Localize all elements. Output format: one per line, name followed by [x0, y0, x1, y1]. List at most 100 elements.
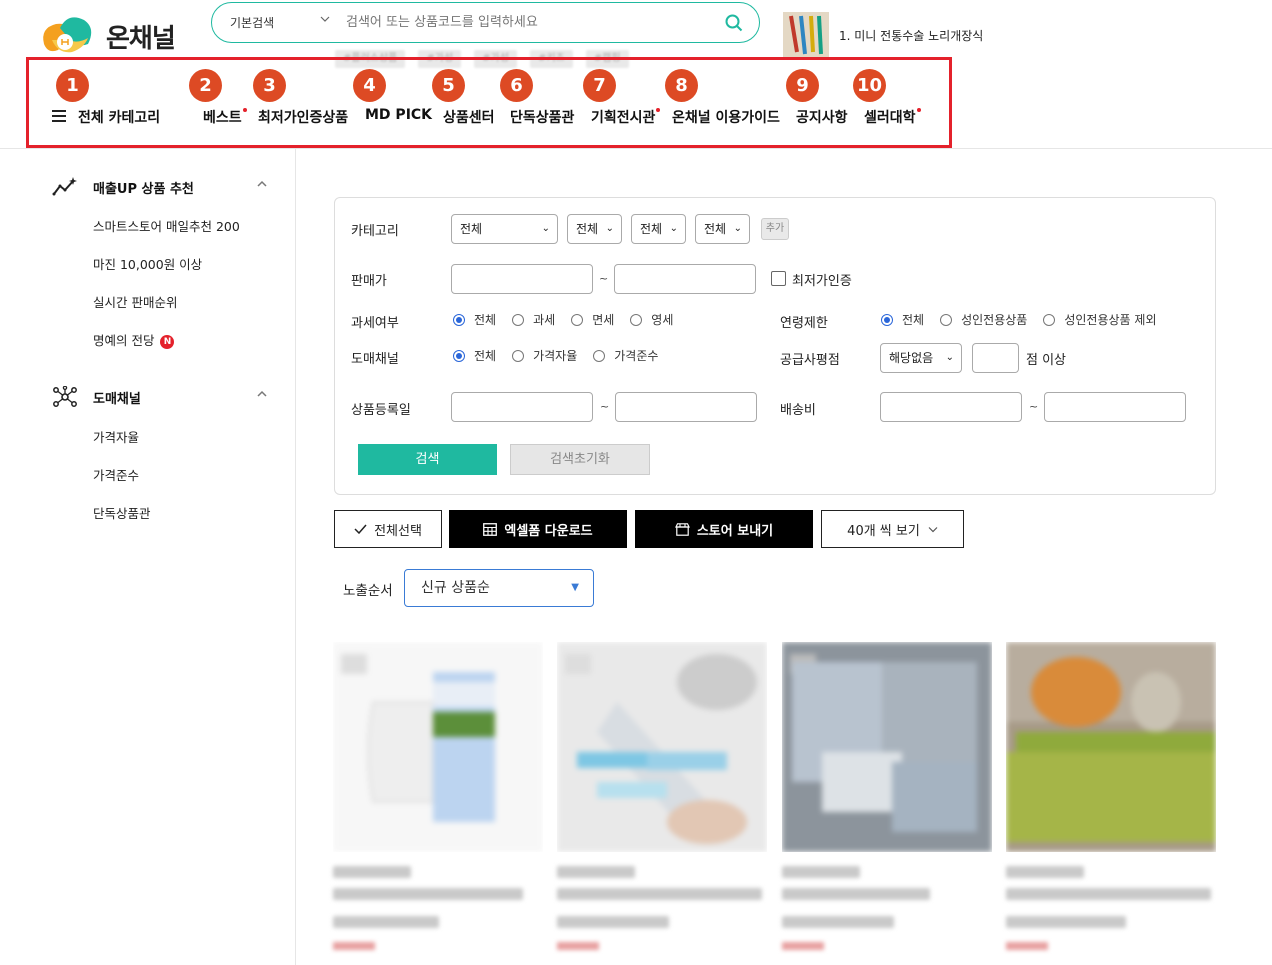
sidebar-section-title: 매출UP 상품 추천: [93, 181, 194, 197]
nav-md-pick[interactable]: MD PICK: [365, 107, 432, 123]
category-select-3[interactable]: 전체 ⌄: [631, 214, 686, 244]
reg-date-start-input[interactable]: [451, 392, 593, 422]
send-to-store-button[interactable]: 스토어 보내기: [635, 510, 813, 548]
tax-label: 과세여부: [351, 316, 399, 331]
product-title-blurred: [557, 866, 635, 878]
search-input[interactable]: [332, 15, 709, 30]
search-button[interactable]: [709, 14, 759, 32]
new-badge: N: [160, 335, 175, 349]
product-card[interactable]: [1006, 642, 1216, 950]
chevron-down-icon: [928, 526, 938, 532]
category-select-2[interactable]: 전체 ⌄: [567, 214, 622, 244]
chevron-down-icon: ⌄: [605, 223, 614, 234]
new-dot-icon: [656, 108, 661, 112]
product-price-blurred: [1006, 916, 1126, 928]
category-select-4[interactable]: 전체 ⌄: [695, 214, 750, 244]
nav-number-badge: 7: [583, 69, 616, 102]
price-min-input[interactable]: [451, 264, 593, 294]
channel-option-fixed[interactable]: 가격준수: [593, 347, 658, 364]
sidebar-link[interactable]: 실시간 판매순위: [93, 292, 177, 311]
age-option-adult[interactable]: 성인전용상품: [940, 311, 1027, 328]
range-tilde: ~: [599, 272, 609, 285]
product-card[interactable]: [782, 642, 992, 950]
add-category-button[interactable]: 추가: [761, 218, 789, 240]
product-card[interactable]: [557, 642, 767, 950]
per-page-select[interactable]: 40개 씩 보기: [821, 510, 964, 548]
range-tilde: ~: [600, 400, 610, 413]
trend-icon: [52, 177, 77, 196]
nav-number-badge: 3: [253, 69, 286, 102]
product-card[interactable]: [333, 642, 543, 950]
nav-exclusive[interactable]: 단독상품관: [510, 107, 574, 127]
nav-number-badge: 2: [189, 69, 222, 102]
excel-download-button[interactable]: 엑셀폼 다운로드: [449, 510, 627, 548]
tax-option-all[interactable]: 전체: [453, 311, 496, 328]
lowest-price-checkbox[interactable]: [771, 271, 786, 286]
sidebar-link-hall-of-fame[interactable]: 명예의 전당 N: [93, 330, 175, 349]
sidebar-link[interactable]: 마진 10,000원 이상: [93, 254, 202, 273]
product-desc-blurred: [557, 888, 762, 900]
promo-thumbnail: [783, 12, 829, 58]
sidebar-link[interactable]: 단독상품관: [93, 503, 151, 522]
nav-all-categories[interactable]: 전체 카테고리: [78, 107, 160, 127]
product-title-blurred: [1006, 866, 1084, 878]
nav-number-badge: 10: [853, 69, 886, 102]
price-max-input[interactable]: [614, 264, 756, 294]
channel-option-all[interactable]: 전체: [453, 347, 496, 364]
channel-option-free[interactable]: 가격자율: [512, 347, 577, 364]
promo-banner[interactable]: 1. 미니 전통수술 노리개장식: [783, 12, 983, 58]
search-type-select[interactable]: 기본검색: [212, 14, 332, 31]
sort-order-select[interactable]: 신규 상품순 ▼: [404, 569, 594, 607]
chevron-down-icon: ⌄: [541, 223, 550, 234]
chevron-down-icon: ⌄: [669, 223, 678, 234]
select-all-button[interactable]: 전체선택: [334, 510, 442, 548]
nav-product-center[interactable]: 상품센터: [443, 107, 495, 127]
rating-select[interactable]: 해당없음 ⌄: [880, 343, 962, 373]
sidebar-link[interactable]: 가격자율: [93, 427, 139, 446]
product-image: [1006, 642, 1216, 852]
product-image: [333, 642, 543, 852]
product-tag-blurred: [557, 942, 599, 950]
age-radio-group: 전체 성인전용상품 성인전용상품 제외: [881, 311, 1172, 328]
tax-option-zero[interactable]: 영세: [630, 311, 673, 328]
nav-best[interactable]: 베스트: [203, 107, 247, 127]
chevron-down-icon: ⌄: [733, 223, 742, 234]
sidebar-section-sales-up[interactable]: 매출UP 상품 추천: [52, 176, 268, 198]
nav-seller-univ[interactable]: 셀러대학: [864, 107, 921, 127]
category-select-1[interactable]: 전체 ⌄: [451, 214, 558, 244]
nav-guide[interactable]: 온채널 이용가이드: [672, 107, 780, 127]
nav-number-badge: 9: [786, 69, 819, 102]
tax-option-taxable[interactable]: 과세: [512, 311, 555, 328]
nav-exhibition[interactable]: 기획전시관: [591, 107, 661, 127]
nav-number-badge: 4: [353, 69, 386, 102]
radio-icon: [630, 313, 643, 326]
product-tag-blurred: [333, 942, 375, 950]
sidebar-section-wholesale[interactable]: 도매채널: [52, 386, 268, 408]
nav-lowest-price[interactable]: 최저가인증상품: [258, 107, 348, 127]
nav-notice[interactable]: 공지사항: [796, 107, 848, 127]
tax-option-exempt[interactable]: 면세: [571, 311, 614, 328]
age-option-exclude-adult[interactable]: 성인전용상품 제외: [1043, 311, 1156, 328]
rating-input[interactable]: [972, 343, 1019, 373]
spreadsheet-icon: [483, 522, 498, 536]
search-submit-button[interactable]: 검색: [358, 444, 497, 475]
product-image: [557, 642, 767, 852]
logo-icon: [38, 14, 98, 58]
promo-text: 1. 미니 전통수술 노리개장식: [839, 28, 984, 43]
nav-number-badge: 5: [432, 69, 465, 102]
radio-icon: [571, 313, 584, 326]
radio-icon: [593, 349, 606, 362]
age-option-all[interactable]: 전체: [881, 311, 924, 328]
sidebar-section-title: 도매채널: [93, 391, 141, 407]
brand-logo[interactable]: 온채널: [38, 14, 176, 58]
sidebar-link[interactable]: 스마트스토어 매일추천 200: [93, 216, 240, 235]
search-reset-button[interactable]: 검색초기화: [510, 444, 650, 475]
product-desc-blurred: [782, 888, 930, 900]
search-icon: [725, 14, 743, 31]
chevron-up-icon[interactable]: [256, 178, 268, 190]
shipping-min-input[interactable]: [880, 392, 1022, 422]
sidebar-link[interactable]: 가격준수: [93, 465, 139, 484]
reg-date-end-input[interactable]: [615, 392, 757, 422]
shipping-max-input[interactable]: [1044, 392, 1186, 422]
chevron-up-icon[interactable]: [256, 388, 268, 400]
